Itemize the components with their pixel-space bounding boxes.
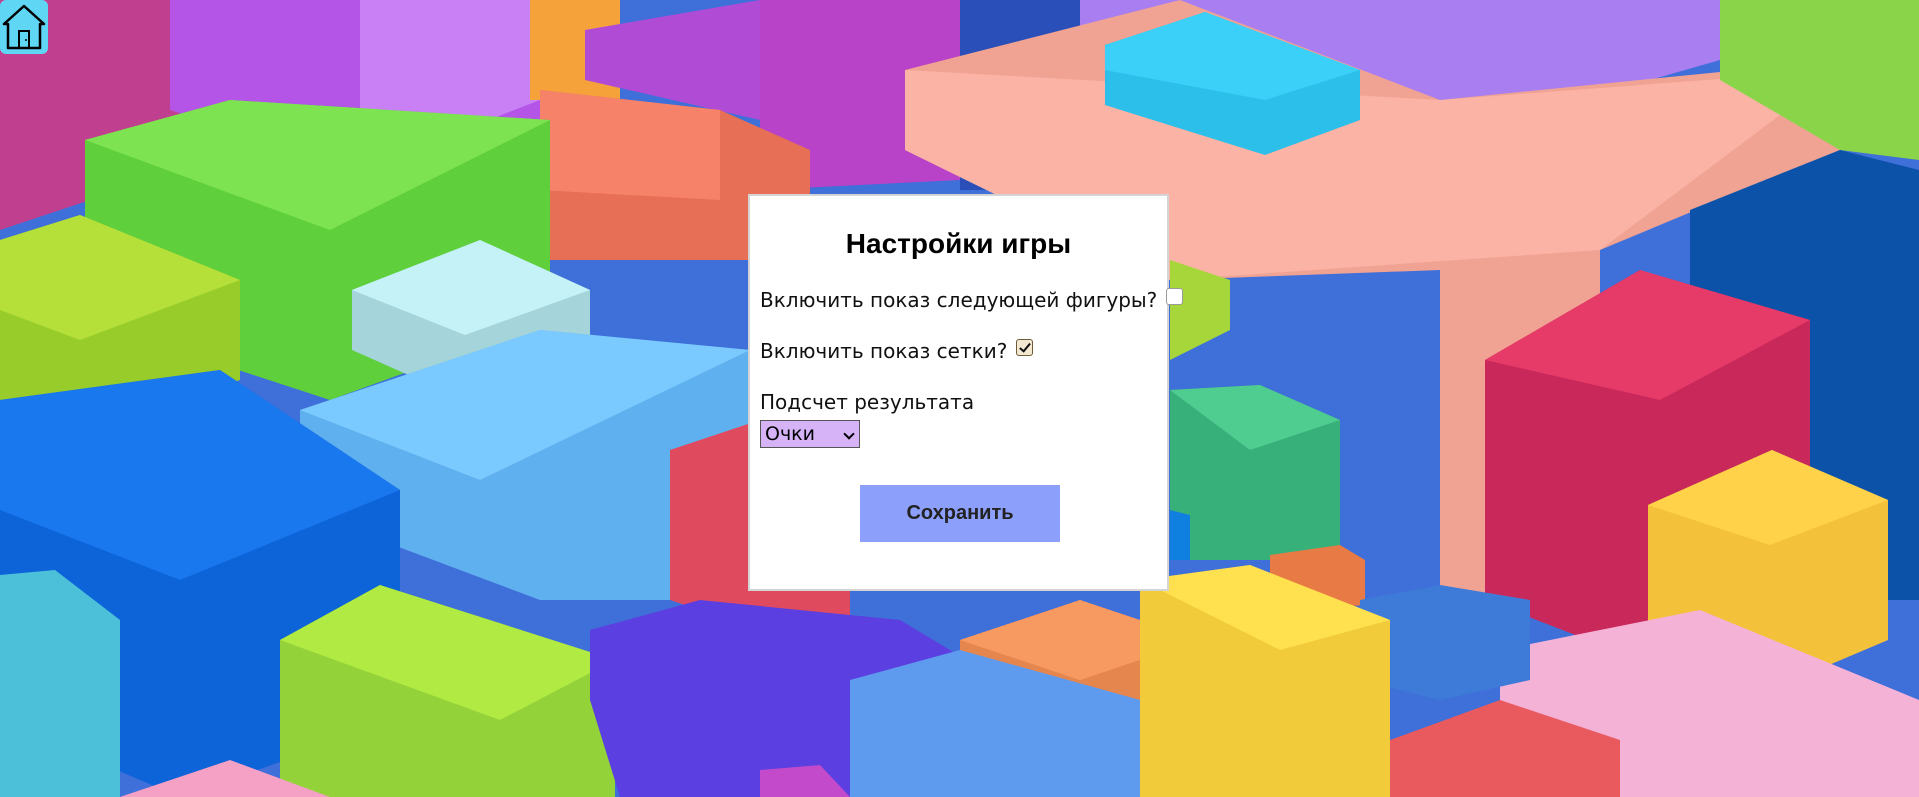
show-next-figure-row: Включить показ следующей фигуры? [760, 287, 1184, 312]
show-next-figure-checkbox[interactable] [1166, 287, 1184, 305]
chevron-down-icon [843, 428, 855, 440]
show-grid-row: Включить показ сетки? [760, 338, 1034, 363]
score-mode-select[interactable]: Очки [760, 420, 860, 448]
show-grid-label: Включить показ сетки? [760, 339, 1008, 363]
score-mode-label: Подсчет результата [760, 390, 975, 414]
settings-dialog: Настройки игры Включить показ следующей … [748, 194, 1184, 591]
settings-title: Настройки игры [845, 228, 1072, 259]
score-mode-value: Очки [765, 423, 816, 445]
show-grid-checkbox[interactable] [1016, 338, 1034, 356]
save-button[interactable]: Сохранить [860, 485, 1060, 542]
home-button[interactable] [0, 0, 48, 54]
show-next-figure-label: Включить показ следующей фигуры? [760, 288, 1158, 312]
home-icon [2, 4, 46, 50]
